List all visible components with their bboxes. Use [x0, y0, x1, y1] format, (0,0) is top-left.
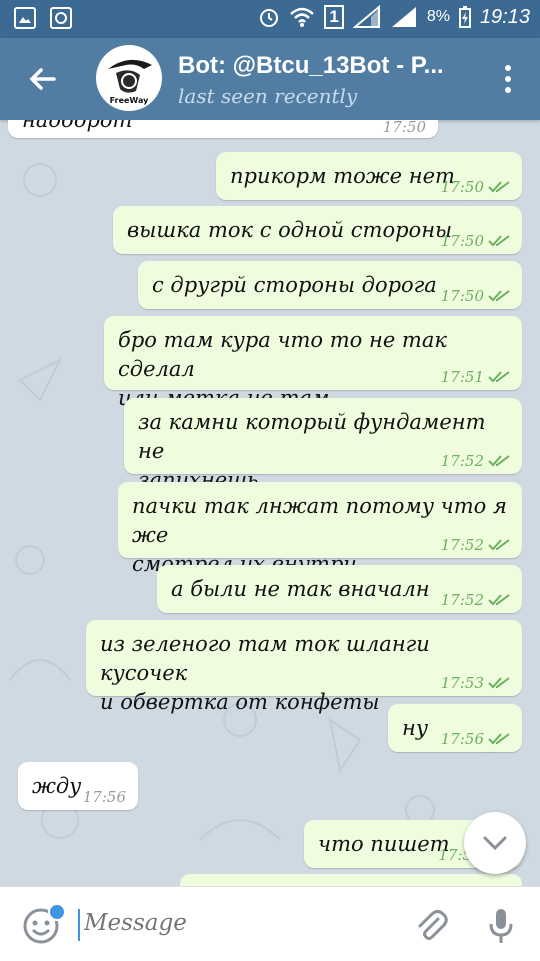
message-input-bar — [0, 886, 540, 961]
message-meta: 17:52 — [441, 537, 510, 553]
message-meta: 17:50 — [441, 179, 510, 195]
message-text: наоборот — [22, 120, 133, 132]
svg-text:FreeWay: FreeWay — [110, 96, 149, 105]
message-time: 17:56 — [82, 788, 126, 806]
message-meta: 17:50 — [441, 288, 510, 304]
double-check-icon — [488, 181, 510, 193]
double-check-icon — [488, 539, 510, 551]
double-check-icon — [488, 594, 510, 606]
double-check-icon — [488, 733, 510, 745]
message-time: 17:52 — [440, 452, 484, 470]
more-vert-icon[interactable] — [504, 64, 512, 94]
wifi-icon — [290, 7, 315, 27]
double-check-icon — [488, 371, 510, 383]
alarm-icon — [260, 9, 279, 27]
battery-icon — [458, 6, 471, 28]
message-bubble[interactable]: прикорм тоже нет 17:50 — [216, 152, 522, 200]
message-bubble[interactable]: жду 17:56 — [18, 762, 138, 810]
message-meta: 17:52 — [441, 453, 510, 469]
double-check-icon — [488, 677, 510, 689]
mic-icon[interactable] — [488, 907, 514, 945]
back-arrow-icon[interactable] — [26, 62, 60, 96]
message-text: из зеленого там ток шланги кусочек и обв… — [100, 632, 430, 714]
avatar[interactable]: FreeWay — [96, 45, 162, 111]
signal-icon-1 — [352, 5, 380, 28]
message-bubble[interactable]: с другрй стороны дорога 17:50 — [138, 261, 522, 309]
status-bar: 1 8% 19:13 — [0, 0, 540, 38]
message-bubble[interactable]: вышка ток с одной стороны 17:50 — [113, 206, 522, 254]
message-bubble[interactable]: а были не так вначалн 17:52 — [157, 565, 522, 613]
attach-icon[interactable] — [414, 909, 448, 943]
message-time: 17:50 — [440, 178, 484, 196]
sim-indicator: 1 — [324, 5, 344, 29]
message-text: за камни который фундамент не запихнешь — [138, 410, 486, 492]
text-cursor — [78, 909, 80, 941]
message-meta: 17:53 — [441, 675, 510, 691]
message-bubble[interactable]: ну 17:56 — [388, 704, 522, 752]
double-check-icon — [488, 290, 510, 302]
chevron-down-icon — [483, 836, 507, 851]
scroll-down-button[interactable] — [464, 812, 526, 874]
message-bubble[interactable]: бро там кура что то не так сделал или ме… — [104, 316, 522, 410]
message-bubble-partial[interactable] — [180, 874, 522, 886]
app-notification-icon — [50, 7, 72, 29]
message-time: 17:50 — [440, 232, 484, 250]
chat-status: last seen recently — [178, 84, 358, 108]
message-time: 17:53 — [440, 674, 484, 692]
message-bubble[interactable]: за камни который фундамент не запихнешь … — [124, 398, 522, 492]
chat-header: FreeWay Bot: @Btcu_13Bot - P... last see… — [0, 38, 540, 120]
message-bubble[interactable]: из зеленого там ток шланги кусочек и обв… — [86, 620, 522, 714]
double-check-icon — [488, 455, 510, 467]
message-time: 17:52 — [440, 591, 484, 609]
message-time: 17:50 — [382, 120, 426, 136]
message-meta: 17:52 — [441, 592, 510, 608]
signal-icon-2 — [391, 7, 416, 27]
battery-percent: 8% — [426, 8, 450, 25]
double-check-icon — [488, 235, 510, 247]
chat-title: Bot: @Btcu_13Bot - P... — [178, 52, 444, 79]
message-input[interactable] — [82, 909, 386, 937]
message-time: 17:52 — [440, 536, 484, 554]
message-meta: 17:50 — [441, 233, 510, 249]
message-bubble[interactable]: наоборот 17:50 — [8, 120, 438, 138]
message-time: 17:50 — [440, 287, 484, 305]
message-bubble[interactable]: пачки так лнжат потому что я же смотрел … — [118, 482, 522, 576]
message-time: 17:56 — [440, 730, 484, 748]
new-sticker-badge — [48, 903, 66, 921]
message-time: 17:51 — [440, 368, 484, 386]
status-time: 19:13 — [479, 5, 530, 28]
message-list[interactable]: наоборот 17:50 прикорм тоже нет 17:50 вы… — [0, 120, 540, 886]
message-meta: 17:56 — [441, 731, 510, 747]
logo-icon: FreeWay — [108, 59, 152, 105]
message-meta: 17:51 — [441, 369, 510, 385]
gallery-notification-icon — [14, 7, 36, 29]
